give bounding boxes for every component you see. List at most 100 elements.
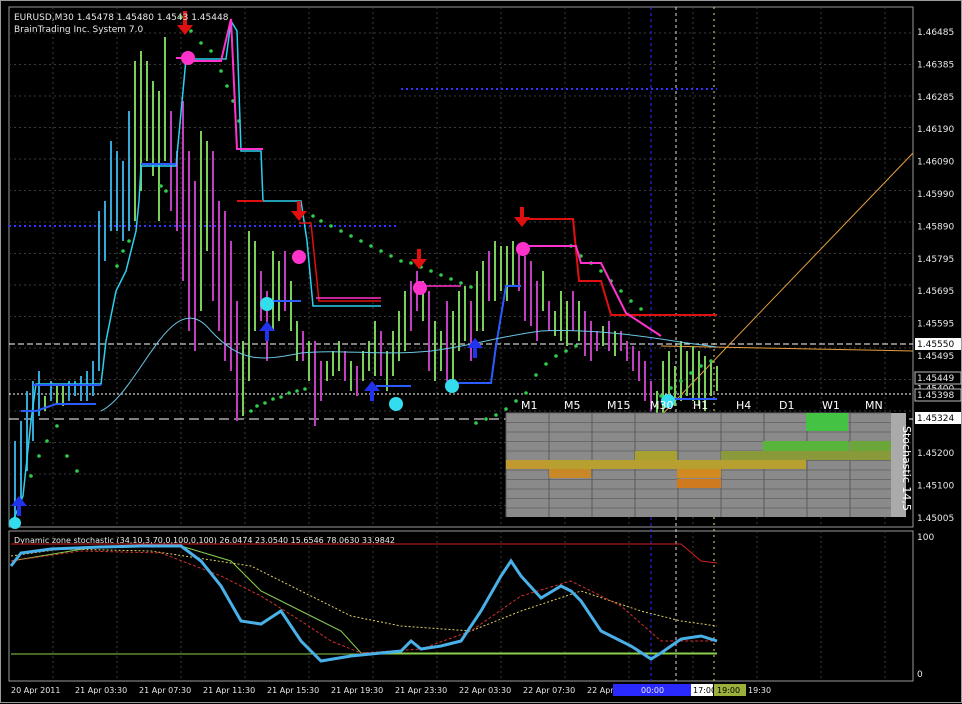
price-tag-a: 1.45550 [917, 340, 954, 350]
sar-dot [669, 386, 673, 390]
magenta-dot [516, 242, 530, 256]
price-tick: 1.46285 [917, 93, 954, 103]
mtf-header: D1 [779, 399, 794, 412]
price-tag-c: 1.45398 [917, 391, 954, 401]
sar-dot [225, 84, 229, 88]
price-tag-b: 1.45449 [917, 374, 954, 384]
time-tail-label: 19:30 [748, 686, 771, 695]
mtf-cell-w1 [806, 441, 848, 451]
price-tick: 1.45495 [917, 352, 954, 362]
stoch-main-line [9, 544, 718, 663]
time-tick: 21 Apr 11:30 [203, 686, 255, 695]
sar-dot [484, 417, 488, 421]
mtf-cell-row [721, 451, 891, 460]
mtf-cell-m5 [549, 469, 591, 478]
magenta-dot [413, 281, 427, 295]
magenta-dot [181, 51, 195, 65]
sar-dot [29, 474, 33, 478]
price-tick: 1.45990 [917, 190, 954, 200]
mtf-cell-m30 [635, 451, 677, 460]
stochastic-panel[interactable] [8, 530, 914, 682]
chart-canvas[interactable]: Stochastic 14,5 M1 M5 M15 M30 H1 H4 D1 W1 MN 1.4… [1, 1, 962, 704]
price-tick: 1.46485 [917, 28, 954, 38]
mtf-cell-d1 [763, 441, 806, 451]
sar-dot [219, 69, 223, 73]
sar-dot [55, 424, 59, 428]
sar-dot [75, 469, 79, 473]
sar-dot [629, 299, 633, 303]
price-tick: 1.45100 [917, 482, 954, 492]
sar-dot [689, 371, 693, 375]
sar-dot [199, 41, 203, 45]
mtf-cell-h1 [677, 469, 721, 478]
price-tick: 1.45200 [917, 449, 954, 459]
symbol-line: EURUSD,M30 1.45478 1.45480 1.4543 1.4544… [14, 13, 229, 23]
sar-dot [504, 407, 508, 411]
sar-dot [449, 277, 453, 281]
cyan-dot [9, 517, 21, 529]
sar-dot [127, 239, 131, 243]
time-highlight-blue-label: 00:00 [641, 686, 664, 695]
trend-line[interactable] [655, 152, 914, 422]
mtf-header: MN [865, 399, 883, 412]
sar-dot [37, 454, 41, 458]
sar-dot [159, 184, 163, 188]
magenta-trail-1 [176, 18, 263, 150]
chart-window[interactable]: Stochastic 14,5 M1 M5 M15 M30 H1 H4 D1 W1 MN 1.4… [0, 0, 962, 703]
sar-dot [164, 189, 168, 193]
indicator-name: BrainTrading Inc. System 7.0 [14, 25, 144, 35]
price-axis: 1.46485 1.46385 1.46285 1.46190 1.46090 1.459… [917, 28, 954, 524]
time-tick: 21 Apr 23:30 [395, 686, 447, 695]
mtf-header: M5 [564, 399, 581, 412]
time-tick: 21 Apr 19:30 [331, 686, 383, 695]
sar-dot [709, 359, 713, 363]
sar-dot [45, 439, 49, 443]
price-tick: 1.46190 [917, 125, 954, 135]
time-tick: 20 Apr 2011 [11, 686, 60, 695]
sar-dot [459, 281, 463, 285]
sar-dot [295, 389, 299, 393]
sar-dot [389, 254, 393, 258]
cyan-dot [389, 397, 403, 411]
buy-arrow-icon [364, 381, 380, 401]
sar-dot [699, 364, 703, 368]
time-tick: 22 Apr 07:30 [523, 686, 575, 695]
buy-arrow-icon [11, 496, 27, 516]
sar-dot [209, 49, 213, 53]
magenta-dot [292, 250, 306, 264]
mtf-cell-mn [849, 441, 891, 451]
sar-dot [494, 413, 498, 417]
sar-dot [469, 285, 473, 289]
sar-dot [564, 349, 568, 353]
sar-dot [271, 397, 275, 401]
sar-dot [339, 229, 343, 233]
sar-dot [639, 307, 643, 311]
sar-dot [429, 269, 433, 273]
sar-dot [329, 224, 333, 228]
time-highlight-2: 19:00 [717, 686, 740, 695]
mtf-cell-row-2 [506, 460, 806, 469]
sar-dot [514, 399, 518, 403]
sar-dot [534, 373, 538, 377]
price-tick: 1.46385 [917, 60, 954, 70]
sar-dot [359, 239, 363, 243]
sar-dot [263, 401, 267, 405]
mtf-cell-m1 [506, 460, 549, 469]
stoch-min-label: 0 [917, 670, 923, 680]
red-trail-3 [516, 218, 717, 316]
time-tick: 22 Apr 03:30 [459, 686, 511, 695]
sell-arrow-icon [514, 207, 530, 227]
price-tick: 1.46090 [917, 158, 954, 168]
sar-dot [439, 273, 443, 277]
sar-dot [279, 395, 283, 399]
price-tick: 1.45595 [917, 320, 954, 330]
sar-dot [599, 269, 603, 273]
time-tick: 21 Apr 03:30 [75, 686, 127, 695]
cyan-dot [445, 379, 459, 393]
sar-dot [255, 404, 259, 408]
time-tick: 22 Apr [587, 686, 614, 695]
mtf-stochastic-table: Stochastic 14,5 M1 M5 M15 M30 H1 H4 D1 W1 MN [505, 399, 913, 517]
sar-dot [369, 244, 373, 248]
mtf-cell-w1-top [806, 413, 848, 431]
mtf-header: M15 [607, 399, 631, 412]
